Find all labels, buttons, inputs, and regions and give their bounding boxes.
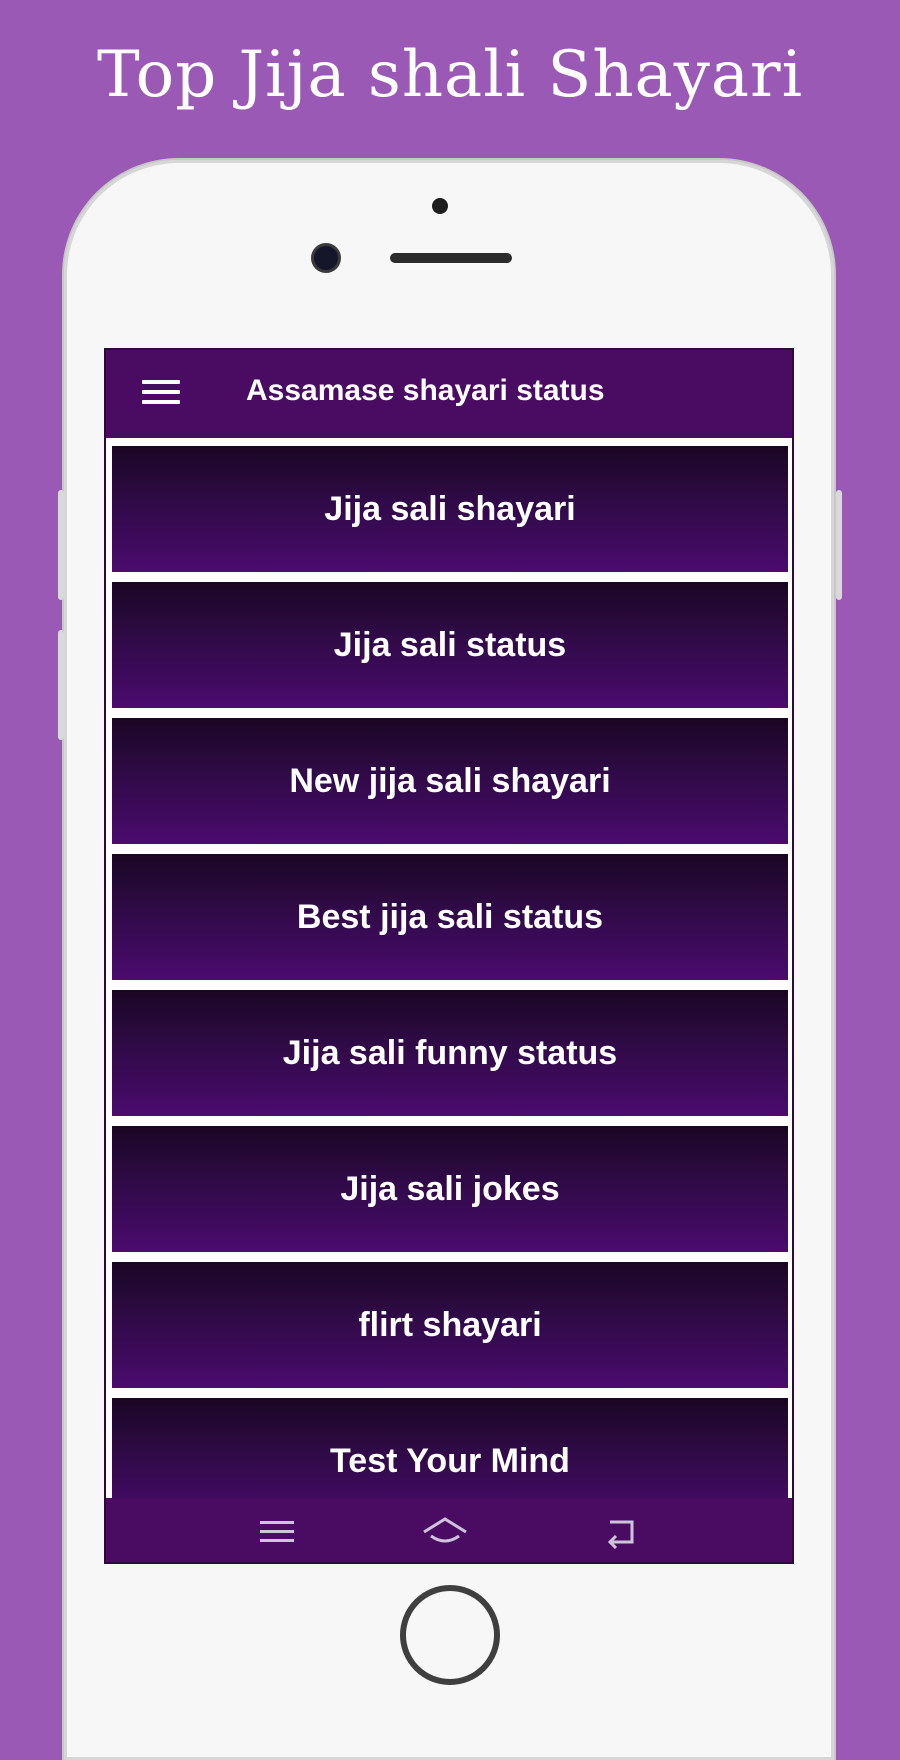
app-bar: Assamase shayari status (106, 350, 792, 438)
side-button-left-upper (58, 490, 64, 600)
home-icon[interactable] (422, 1512, 468, 1552)
list-item-label: Best jija sali status (296, 897, 604, 936)
list-item-label: Jija sali shayari (324, 489, 576, 528)
list-item-label: Jija sali jokes (340, 1169, 560, 1208)
home-button (400, 1585, 500, 1685)
list-item-label: New jija sali shayari (289, 761, 611, 800)
back-icon[interactable] (598, 1512, 644, 1552)
shayari-list: Jija sali shayari Jija sali status New j… (106, 438, 792, 1498)
phone-screen: Assamase shayari status Jija sali shayar… (104, 348, 794, 1564)
front-camera (314, 246, 338, 270)
side-button-right (836, 490, 842, 600)
list-item-label: Test Your Mind (330, 1441, 570, 1480)
list-item[interactable]: Jija sali jokes (112, 1126, 788, 1252)
earpiece-speaker (390, 253, 512, 263)
hamburger-menu-icon[interactable] (142, 380, 180, 406)
list-item[interactable]: Test Your Mind (112, 1398, 788, 1498)
list-item[interactable]: Jija sali shayari (112, 446, 788, 572)
list-item[interactable]: Best jija sali status (112, 854, 788, 980)
list-item[interactable]: New jija sali shayari (112, 718, 788, 844)
system-nav-bar (106, 1498, 792, 1562)
list-item[interactable]: flirt shayari (112, 1262, 788, 1388)
list-item[interactable]: Jija sali status (112, 582, 788, 708)
list-item-label: Jija sali funny status (282, 1033, 618, 1072)
list-item-label: flirt shayari (358, 1305, 542, 1344)
promo-title: Top Jija shali Shayari (96, 38, 804, 112)
side-button-left-lower (58, 630, 64, 740)
list-item-label: Jija sali status (333, 625, 567, 664)
app-title: Assamase shayari status (246, 374, 605, 407)
recent-apps-icon[interactable] (254, 1512, 300, 1552)
top-sensor-dot (432, 198, 448, 214)
list-item[interactable]: Jija sali funny status (112, 990, 788, 1116)
